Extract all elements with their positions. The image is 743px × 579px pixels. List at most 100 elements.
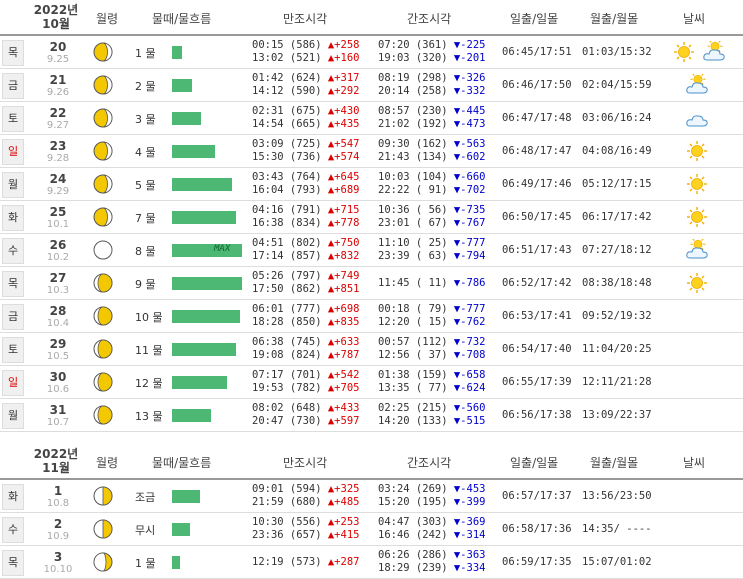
low-tide-2-delta: ▼-399 [453,496,486,508]
date-number: 31 [49,403,67,417]
high-tide-1: 01:42 (624) ▲+317 [252,72,359,85]
low-tide-1: 04:47 (303) ▼-369 [378,516,485,529]
high-tide-1-time: 12:19 (573) [252,556,328,568]
high-tide-2-delta: ▲+160 [327,52,360,64]
low-tide-1: 08:19 (298) ▼-326 [378,72,485,85]
low-tide-2-time: 19:03 (320) [378,52,454,64]
lunar-date: 9.29 [46,186,70,197]
high-tide-2-delta: ▲+435 [327,118,360,130]
sun-icon [685,272,709,294]
tide-flow-bar [172,310,240,323]
day-row: 토 29 10.5 11 물 06:38 (745) ▲+633 19:08 (824) … [0,333,743,366]
low-tide-1-delta: ▼-560 [453,402,486,414]
high-tide-2: 13:02 (521) ▲+160 [252,52,359,65]
sunrise-sunset: 06:53/17:41 [502,310,572,322]
weekday-label: 수 [2,238,24,264]
lunar-date: 10.9 [46,531,70,542]
sunrise-sunset: 06:57/17:37 [502,490,572,502]
tide-flow-bar [172,556,180,569]
moonrise-moonset: 13:09/22:37 [582,409,652,421]
moon-phase-icon [93,552,113,572]
low-tide-2-delta: ▼-762 [453,316,486,328]
moonrise-moonset: 06:17/17:42 [582,211,652,223]
high-tide-1-delta: ▲+749 [327,270,360,282]
low-tide-2: 13:35 ( 77) ▼-624 [378,382,485,395]
low-tide-1-time: 11:10 ( 25) [378,237,454,249]
moonrise-moonset: 03:06/16:24 [582,112,652,124]
low-tide-1-time: 07:20 (361) [378,39,454,51]
low-tide-1-time: 08:57 (230) [378,105,454,117]
high-tide-2-delta: ▲+597 [327,415,360,427]
high-tide-2: 16:38 (834) ▲+778 [252,217,359,230]
weekday-label: 일 [2,370,24,396]
col-header-weather: 날씨 [683,12,706,26]
high-tide-1-time: 10:30 (556) [252,516,328,528]
high-tide-1-delta: ▲+430 [327,105,360,117]
low-tide-2-time: 15:20 (195) [378,496,454,508]
high-tide-1-time: 06:38 (745) [252,336,328,348]
high-tide-2: 18:28 (850) ▲+835 [252,316,359,329]
date-number: 25 [49,205,67,219]
lunar-date: 10.10 [43,564,73,575]
high-tide-1-delta: ▲+253 [327,516,360,528]
low-tide-1-time: 09:30 (162) [378,138,454,150]
month-label: 11월 [42,461,70,475]
high-tide-1: 08:02 (648) ▲+433 [252,402,359,415]
tide-cycle-label: 11 물 [135,344,163,357]
low-tide-1: 10:36 ( 56) ▼-735 [378,204,485,217]
low-tide-1: 11:10 ( 25) ▼-777 [378,237,485,250]
high-tide-2-delta: ▲+835 [327,316,360,328]
high-tide-1-time: 00:15 (586) [252,39,328,51]
sunrise-sunset: 06:49/17:46 [502,178,572,190]
high-tide-2: 20:47 (730) ▲+597 [252,415,359,428]
low-tide-1-time: 01:38 (159) [378,369,454,381]
high-tide-1-time: 06:01 (777) [252,303,328,315]
lunar-date: 9.25 [46,54,70,65]
high-tide-1-delta: ▲+715 [327,204,360,216]
low-tide-2-delta: ▼-314 [453,529,486,541]
tide-flow-bar [172,178,232,191]
high-tide-2-delta: ▲+832 [327,250,360,262]
weekday-label: 금 [2,73,24,99]
moon-phase-icon [93,486,113,506]
high-tide-2-delta: ▲+485 [327,496,360,508]
low-tide-2-delta: ▼-515 [453,415,486,427]
high-tide-2-delta: ▲+851 [327,283,360,295]
high-tide-1: 06:01 (777) ▲+698 [252,303,359,316]
weekday-label: 목 [2,40,24,66]
low-tide-1: 02:25 (215) ▼-560 [378,402,485,415]
lunar-date: 9.27 [46,120,70,131]
col-header-moonrise: 월출/월몰 [590,12,639,26]
high-tide-1-time: 08:02 (648) [252,402,328,414]
low-tide-2-delta: ▼-201 [453,52,486,64]
low-tide-1: 01:38 (159) ▼-658 [378,369,485,382]
low-tide-2: 22:22 ( 91) ▼-702 [378,184,485,197]
high-tide-1-delta: ▲+287 [327,556,360,568]
moon-phase-icon [93,108,113,128]
high-tide-2: 14:12 (590) ▲+292 [252,85,359,98]
lunar-date: 10.6 [46,384,70,395]
col-header-mul: 물때/물흐름 [152,456,212,470]
high-tide-2-time: 16:04 (793) [252,184,328,196]
tide-flow-bar [172,490,200,503]
high-tide-2-time: 21:59 (680) [252,496,328,508]
low-tide-1: 07:20 (361) ▼-225 [378,39,485,52]
sunrise-sunset: 06:51/17:43 [502,244,572,256]
day-row: 수 2 10.9 무시 10:30 (556) ▲+253 23:36 (657) ▲+4… [0,513,743,546]
lunar-date: 10.3 [46,285,70,296]
weekday-label: 월 [2,172,24,198]
low-tide-2-time: 20:14 (258) [378,85,454,97]
low-tide-2: 14:20 (133) ▼-515 [378,415,485,428]
low-tide-1-delta: ▼-225 [453,39,486,51]
tide-flow-bar [172,244,242,257]
low-tide-2-time: 14:20 (133) [378,415,454,427]
lunar-date: 9.26 [46,87,70,98]
low-tide-1-delta: ▼-735 [453,204,486,216]
day-row: 월 31 10.7 13 물 08:02 (648) ▲+433 20:47 (730) … [0,399,743,432]
moon-phase-icon [93,339,113,359]
partly-cloudy-icon [702,38,726,63]
day-row: 목 3 10.10 1 물 12:19 (573) ▲+287 06:26 (286) ▼… [0,546,743,579]
col-header-low: 간조시각 [407,456,452,470]
tide-flow-bar [172,79,192,92]
low-tide-2-delta: ▼-767 [453,217,486,229]
